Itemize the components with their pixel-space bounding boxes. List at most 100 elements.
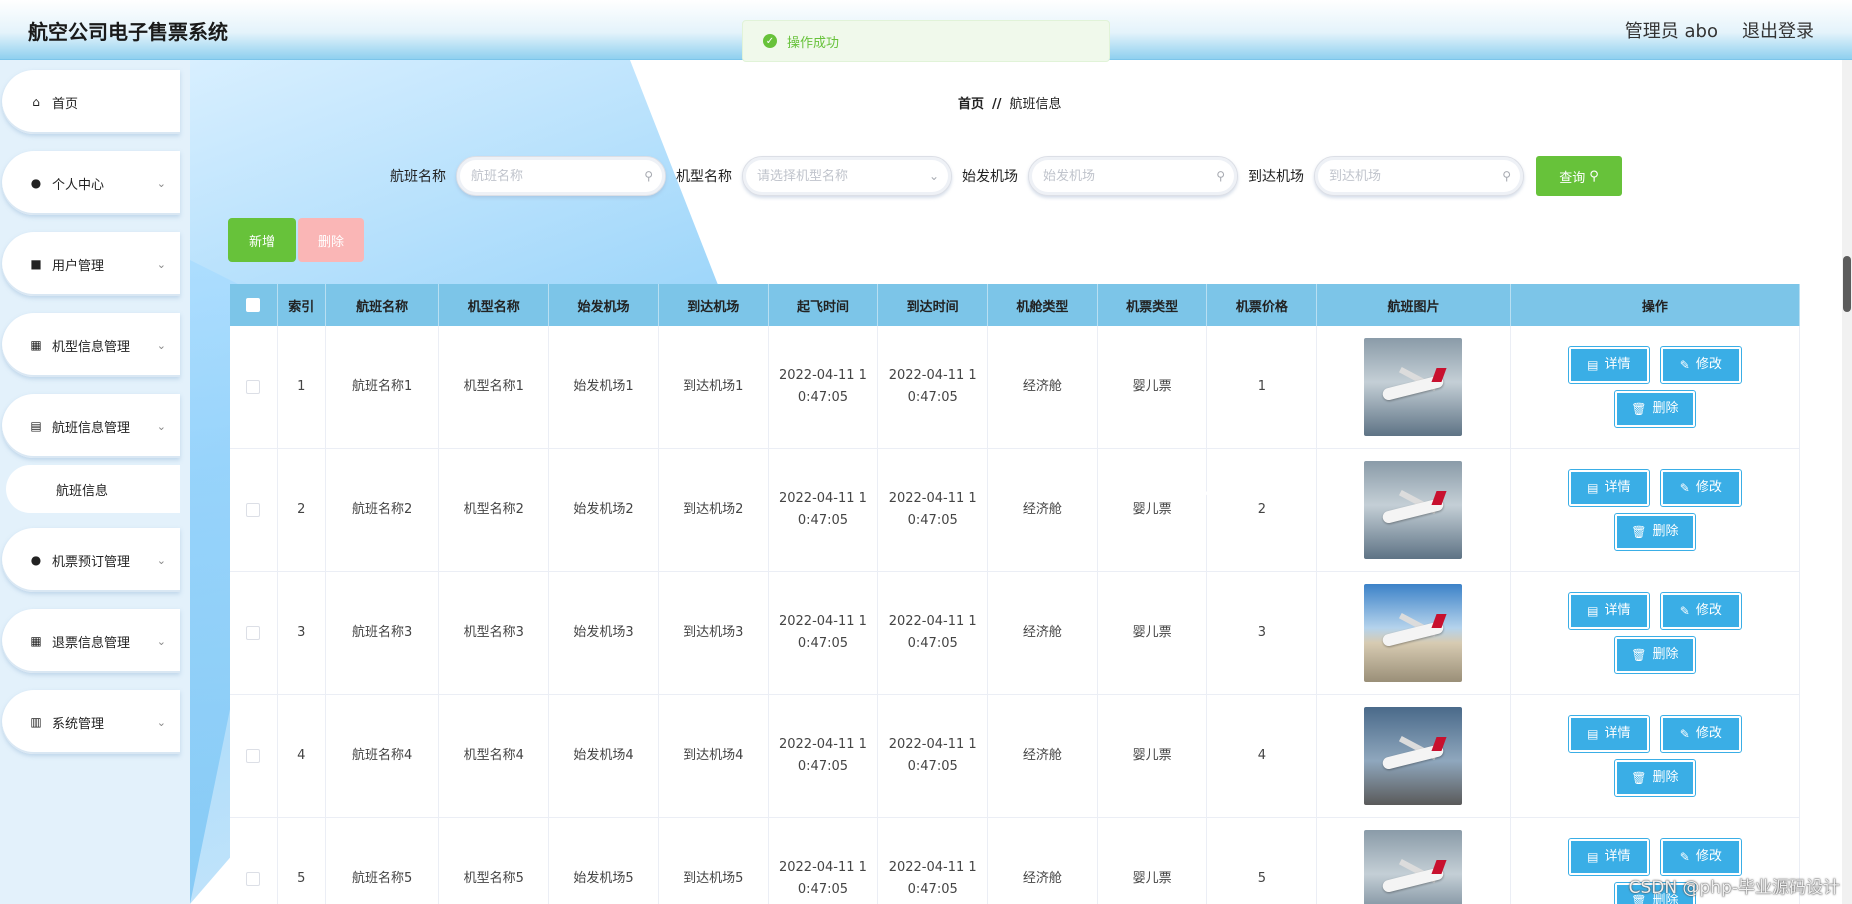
delete-label: 删除: [1652, 524, 1679, 539]
sidebar-item-users[interactable]: ■ 用户管理 ⌄: [2, 232, 180, 296]
success-check-icon: ✓: [763, 34, 777, 48]
document-icon: ▤: [1587, 727, 1599, 741]
column-header: 操作: [1511, 284, 1800, 326]
sidebar-item-system[interactable]: ▥ 系统管理 ⌄: [2, 690, 180, 754]
arrival-time-cell: 2022-04-11 10:47:05: [878, 818, 989, 904]
sidebar-item-bookings[interactable]: ● 机票预订管理 ⌄: [2, 528, 180, 592]
query-button[interactable]: 查询 ⚲: [1536, 156, 1622, 196]
cabin-type-cell: 经济舱: [988, 326, 1098, 448]
cabin-type-cell: 经济舱: [988, 449, 1098, 571]
detail-label: 详情: [1604, 726, 1631, 741]
document-icon: ▤: [1587, 481, 1599, 495]
flight-image-cell: [1317, 695, 1511, 817]
delete-button[interactable]: 🗑 删除: [1613, 390, 1696, 428]
toast-message: 操作成功: [787, 35, 840, 51]
arrival-airport-cell: 到达机场2: [659, 449, 769, 571]
arrival-time-cell: 2022-04-11 10:47:05: [878, 695, 989, 817]
ticket-type-cell: 婴儿票: [1098, 572, 1208, 694]
table-row: 3 航班名称3 机型名称3 始发机场3 到达机场3 2022-04-11 10:…: [230, 572, 1800, 695]
departure-airport-field[interactable]: ⚲: [1028, 156, 1238, 196]
departure-airport-input[interactable]: [1043, 168, 1217, 184]
ticket-type-cell: 婴儿票: [1098, 818, 1208, 904]
price-cell: 4: [1207, 695, 1318, 817]
detail-button[interactable]: ▤ 详情: [1567, 592, 1650, 630]
row-checkbox[interactable]: [246, 749, 261, 763]
breadcrumb-separator: //: [992, 97, 1002, 112]
delete-label: 删除: [1652, 647, 1679, 662]
column-header: 索引: [278, 284, 326, 326]
briefcase-icon: ■: [30, 257, 42, 271]
chevron-down-icon: ⌄: [156, 176, 166, 190]
delete-button[interactable]: 🗑 删除: [1613, 636, 1696, 674]
arrival-airport-input[interactable]: [1329, 168, 1503, 184]
model-name-select[interactable]: ⌄: [742, 156, 952, 196]
flight-name-input[interactable]: [471, 168, 645, 184]
column-header: 机票类型: [1098, 284, 1208, 326]
index-cell: 1: [278, 326, 326, 448]
edit-button[interactable]: ✎ 修改: [1659, 592, 1742, 630]
takeoff-time-cell: 2022-04-11 10:47:05: [769, 695, 879, 817]
add-button[interactable]: 新增: [228, 218, 296, 262]
batch-delete-button[interactable]: 删除: [298, 218, 364, 262]
breadcrumb-home[interactable]: 首页: [958, 97, 984, 112]
flight-image[interactable]: [1364, 338, 1463, 436]
flight-image[interactable]: [1364, 584, 1463, 682]
clipboard-icon: ▤: [30, 419, 42, 433]
pencil-icon: ✎: [1679, 604, 1690, 618]
search-icon: ⚲: [1502, 169, 1511, 183]
row-select-cell: [230, 449, 278, 571]
edit-button[interactable]: ✎ 修改: [1659, 838, 1742, 876]
current-user-label: 管理员 abo: [1624, 21, 1718, 42]
index-cell: 2: [278, 449, 326, 571]
edit-button[interactable]: ✎ 修改: [1659, 469, 1742, 507]
select-all-checkbox[interactable]: [246, 298, 261, 312]
detail-label: 详情: [1604, 480, 1631, 495]
arrival-airport-field[interactable]: ⚲: [1314, 156, 1524, 196]
departure-airport-cell: 始发机场3: [549, 572, 659, 694]
takeoff-time: 2022-04-11 10:47:05: [778, 491, 867, 528]
table-row: 4 航班名称4 机型名称4 始发机场4 到达机场4 2022-04-11 10:…: [230, 695, 1800, 818]
detail-button[interactable]: ▤ 详情: [1567, 715, 1650, 753]
home-icon: ⌂: [32, 95, 40, 109]
delete-button[interactable]: 🗑 删除: [1613, 759, 1696, 797]
flight-name-cell: 航班名称4: [326, 695, 440, 817]
row-checkbox[interactable]: [246, 626, 261, 640]
detail-button[interactable]: ▤ 详情: [1567, 838, 1650, 876]
departure-airport-cell: 始发机场5: [549, 818, 659, 904]
flight-name-cell: 航班名称2: [326, 449, 440, 571]
index-cell: 4: [278, 695, 326, 817]
delete-label: 删除: [1652, 401, 1679, 416]
ticket-type-cell: 婴儿票: [1098, 326, 1208, 448]
pencil-icon: ✎: [1679, 358, 1690, 372]
flight-name-field[interactable]: ⚲: [456, 156, 666, 196]
page-scrollbar[interactable]: [1842, 60, 1852, 904]
edit-button[interactable]: ✎ 修改: [1659, 346, 1742, 384]
delete-button[interactable]: 🗑 删除: [1613, 513, 1696, 551]
arrival-airport-label: 到达机场: [1248, 169, 1304, 185]
ticket-type-cell: 婴儿票: [1098, 695, 1208, 817]
column-header: 机舱类型: [988, 284, 1098, 326]
scrollbar-thumb[interactable]: [1843, 256, 1851, 312]
sidebar-item-profile[interactable]: ● 个人中心 ⌄: [2, 151, 180, 215]
chevron-down-icon: ⌄: [156, 634, 166, 648]
logout-link[interactable]: 退出登录: [1742, 17, 1814, 43]
flight-image[interactable]: [1364, 707, 1463, 805]
sidebar-item-flights[interactable]: ▤ 航班信息管理 ⌄: [2, 394, 180, 458]
row-checkbox[interactable]: [246, 503, 261, 517]
column-header: 航班名称: [326, 284, 440, 326]
edit-button[interactable]: ✎ 修改: [1659, 715, 1742, 753]
row-checkbox[interactable]: [246, 872, 261, 886]
flight-image[interactable]: [1364, 461, 1463, 559]
sidebar-item-models[interactable]: ▦ 机型信息管理 ⌄: [2, 313, 180, 377]
flight-image[interactable]: [1364, 830, 1463, 904]
sidebar-item-refunds[interactable]: ▦ 退票信息管理 ⌄: [2, 609, 180, 673]
column-header: 起飞时间: [769, 284, 879, 326]
detail-button[interactable]: ▤ 详情: [1567, 469, 1650, 507]
sidebar-subitem-flight-info[interactable]: 航班信息: [6, 465, 180, 513]
takeoff-time: 2022-04-11 10:47:05: [778, 614, 867, 651]
detail-button[interactable]: ▤ 详情: [1567, 346, 1650, 384]
sidebar-item-home[interactable]: ⌂ 首页: [2, 70, 180, 134]
row-select-cell: [230, 695, 278, 817]
row-checkbox[interactable]: [246, 380, 261, 394]
model-name-input[interactable]: [757, 168, 929, 184]
